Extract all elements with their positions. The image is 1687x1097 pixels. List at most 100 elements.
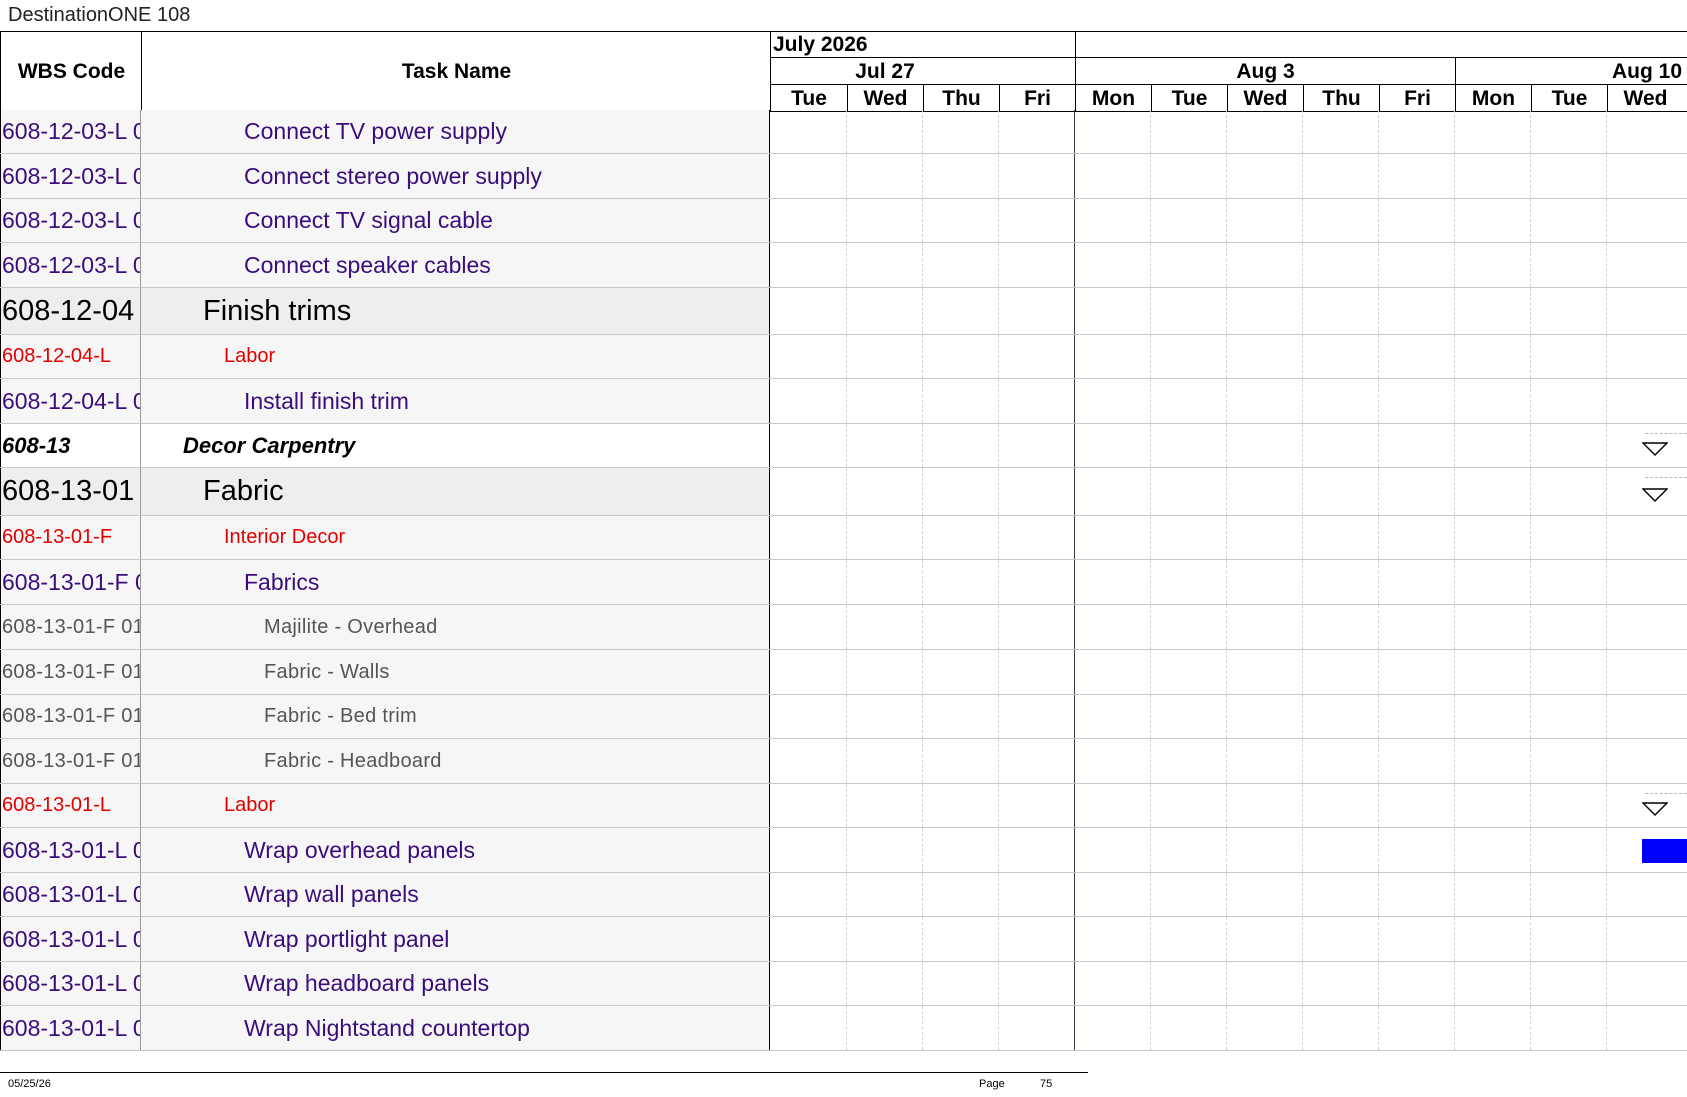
task-row[interactable]: 608-12-03-L 0 Connect TV signal cable xyxy=(0,199,1687,243)
task-row[interactable]: 608-13-01 Fabric xyxy=(0,468,1687,516)
gantt-cell xyxy=(770,424,1687,467)
task-row[interactable]: 608-13-01-F 01 Fabric - Bed trim xyxy=(0,695,1687,739)
day-row: Tue Wed Thu Fri Mon Tue Wed Thu Fri Mon Tue Wed xyxy=(771,84,1687,112)
task-name-text: Finish trims xyxy=(203,294,352,327)
task-row[interactable]: 608-13-01-F 0 Fabrics xyxy=(0,560,1687,605)
grid-line xyxy=(846,739,847,783)
grid-line xyxy=(1378,335,1379,378)
grid-line xyxy=(922,873,923,916)
wbs-code-cell: 608-13-01-L 0 xyxy=(0,828,141,872)
grid-line xyxy=(1530,917,1531,961)
task-bar[interactable] xyxy=(1642,839,1687,863)
grid-line xyxy=(1226,424,1227,467)
task-name-cell[interactable]: Labor xyxy=(141,784,770,827)
wbs-code-cell: 608-12-03-L 0 xyxy=(0,110,141,153)
grid-line xyxy=(998,424,999,467)
task-name-text: Majilite - Overhead xyxy=(264,615,438,638)
task-row[interactable]: 608-13-01-F Interior Decor xyxy=(0,516,1687,560)
task-name-cell[interactable]: Install finish trim xyxy=(141,379,770,423)
grid-line xyxy=(1378,739,1379,783)
task-row[interactable]: 608-13-01-F 01 Majilite - Overhead xyxy=(0,605,1687,650)
grid-line xyxy=(1226,379,1227,423)
task-row[interactable]: 608-12-03-L 0 Connect stereo power supply xyxy=(0,154,1687,199)
task-name-cell[interactable]: Wrap Nightstand countertop xyxy=(141,1006,770,1050)
task-row[interactable]: 608-13-01-F 01 Fabric - Walls xyxy=(0,650,1687,695)
grid-line xyxy=(1302,335,1303,378)
grid-line xyxy=(1074,110,1075,153)
task-name-cell[interactable]: Majilite - Overhead xyxy=(141,605,770,649)
task-name-cell[interactable]: Fabric - Bed trim xyxy=(141,695,770,738)
task-row[interactable]: 608-12-04-L 0 Install finish trim xyxy=(0,379,1687,424)
task-row[interactable]: 608-13-01-L 0 Wrap headboard panels xyxy=(0,962,1687,1006)
grid-line xyxy=(1150,110,1151,153)
grid-line xyxy=(1226,828,1227,872)
grid-line xyxy=(1378,243,1379,287)
task-name-cell[interactable]: Connect stereo power supply xyxy=(141,154,770,198)
grid-line xyxy=(1302,243,1303,287)
task-row[interactable]: 608-13 Decor Carpentry xyxy=(0,424,1687,468)
task-name-cell[interactable]: Finish trims xyxy=(141,288,770,334)
grid-line xyxy=(1226,199,1227,242)
wbs-code-cell: 608-13-01-L 0 xyxy=(0,873,141,916)
grid-line xyxy=(1226,154,1227,198)
gantt-cell xyxy=(770,560,1687,604)
grid-line xyxy=(922,110,923,153)
task-row[interactable]: 608-13-01-L Labor xyxy=(0,784,1687,828)
task-name-cell[interactable]: Decor Carpentry xyxy=(141,424,770,467)
week-label: Aug 10 xyxy=(1455,58,1687,85)
task-name-cell[interactable]: Fabrics xyxy=(141,560,770,604)
task-name-cell[interactable]: Wrap overhead panels xyxy=(141,828,770,872)
task-row[interactable]: 608-12-03-L 0 Connect TV power supply xyxy=(0,110,1687,154)
grid-line xyxy=(1378,650,1379,694)
task-name-cell[interactable]: Wrap portlight panel xyxy=(141,917,770,961)
task-row[interactable]: 608-12-04 Finish trims xyxy=(0,288,1687,335)
gantt-cell xyxy=(770,1006,1687,1050)
grid-line xyxy=(846,650,847,694)
grid-line xyxy=(1454,199,1455,242)
grid-line xyxy=(922,962,923,1005)
task-name-cell[interactable]: Connect speaker cables xyxy=(141,243,770,287)
timescale-header: July 2026 Jul 27 Aug 3 Aug 10 Tue Wed Thu F… xyxy=(770,32,1687,112)
task-row[interactable]: 608-12-03-L 0 Connect speaker cables xyxy=(0,243,1687,288)
grid-line xyxy=(1606,335,1607,378)
grid-line xyxy=(998,828,999,872)
grid-line xyxy=(1150,739,1151,783)
gantt-cell xyxy=(770,962,1687,1005)
task-name-cell[interactable]: Fabric - Headboard xyxy=(141,739,770,783)
grid-line xyxy=(922,605,923,649)
grid-line xyxy=(1530,873,1531,916)
task-name-cell[interactable]: Wrap wall panels xyxy=(141,873,770,916)
task-row[interactable]: 608-13-01-L 0 Wrap Nightstand countertop xyxy=(0,1006,1687,1051)
grid-line xyxy=(1150,560,1151,604)
grid-line xyxy=(846,154,847,198)
task-name-text: Labor xyxy=(224,794,276,816)
task-name-cell[interactable]: Labor xyxy=(141,335,770,378)
grid-line xyxy=(1074,739,1075,783)
task-row[interactable]: 608-13-01-F 01 Fabric - Headboard xyxy=(0,739,1687,784)
grid-line xyxy=(998,1006,999,1050)
task-name-cell[interactable]: Connect TV signal cable xyxy=(141,199,770,242)
task-name-text: Fabrics xyxy=(244,568,320,595)
task-row[interactable]: 608-13-01-L 0 Wrap overhead panels xyxy=(0,828,1687,873)
task-name-cell[interactable]: Fabric - Walls xyxy=(141,650,770,694)
grid-line xyxy=(1074,335,1075,378)
grid-line xyxy=(1378,873,1379,916)
wbs-code-cell: 608-12-03-L 0 xyxy=(0,154,141,198)
grid-line xyxy=(922,828,923,872)
task-row[interactable]: 608-13-01-L 0 Wrap wall panels xyxy=(0,873,1687,917)
grid-line xyxy=(1378,784,1379,827)
grid-line xyxy=(922,335,923,378)
grid-line xyxy=(1606,650,1607,694)
wbs-code-header[interactable]: WBS Code xyxy=(0,32,142,111)
grid-line xyxy=(1530,468,1531,515)
task-name-cell[interactable]: Fabric xyxy=(141,468,770,515)
gantt-cell xyxy=(770,335,1687,378)
task-row[interactable]: 608-12-04-L Labor xyxy=(0,335,1687,379)
task-name-header[interactable]: Task Name xyxy=(141,32,771,111)
task-name-cell[interactable]: Wrap headboard panels xyxy=(141,962,770,1005)
task-row[interactable]: 608-13-01-L 0 Wrap portlight panel xyxy=(0,917,1687,962)
task-name-cell[interactable]: Interior Decor xyxy=(141,516,770,559)
grid-line xyxy=(1606,695,1607,738)
grid-line xyxy=(1606,828,1607,872)
task-name-cell[interactable]: Connect TV power supply xyxy=(141,110,770,153)
